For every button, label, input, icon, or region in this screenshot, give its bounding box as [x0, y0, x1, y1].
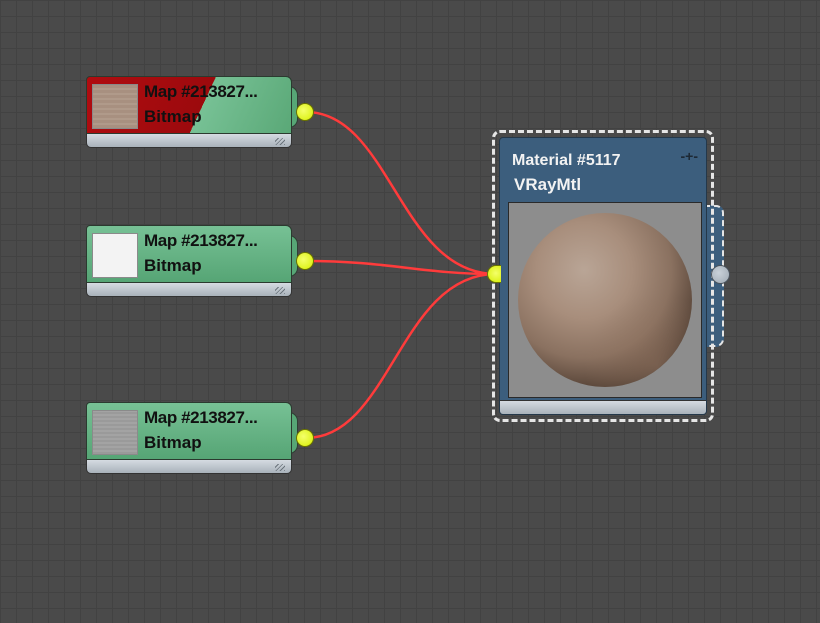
node-type: Bitmap [144, 107, 202, 126]
node-editor-canvas[interactable]: Map #213827... Bitmap Map #213827... Bit… [0, 0, 820, 623]
resize-grip-icon[interactable] [275, 287, 285, 294]
pin-icon[interactable]: -+- [681, 148, 699, 164]
material-node[interactable]: Material #5117 VRayMtl -+- [492, 130, 714, 422]
output-socket-icon[interactable] [296, 103, 314, 121]
node-header[interactable]: Map #213827... Bitmap [86, 402, 292, 460]
wire-map3-to-material[interactable] [305, 272, 497, 440]
preview-sphere [518, 213, 692, 387]
material-output-socket-icon[interactable] [711, 265, 730, 284]
bitmap-thumbnail [92, 410, 138, 455]
node-type: Bitmap [144, 256, 202, 275]
material-type: VRayMtl [514, 175, 582, 194]
material-title: Material #5117 [512, 152, 621, 169]
node-title: Map #213827... [144, 408, 258, 427]
output-socket-icon[interactable] [296, 429, 314, 447]
node-header[interactable]: Map #213827... Bitmap [86, 76, 292, 134]
material-input-socket-icon[interactable] [487, 265, 501, 283]
node-title: Map #213827... [144, 231, 258, 250]
map-node-1[interactable]: Map #213827... Bitmap [86, 76, 314, 150]
wire-map1-to-material[interactable] [305, 110, 497, 276]
node-title: Map #213827... [144, 82, 258, 101]
node-type: Bitmap [144, 433, 202, 452]
resize-grip-icon[interactable] [275, 464, 285, 471]
wire-map2-to-material[interactable] [305, 259, 497, 276]
resize-grip-icon[interactable] [275, 138, 285, 145]
bitmap-thumbnail [92, 233, 138, 278]
node-footer [86, 134, 292, 148]
material-preview [508, 202, 702, 398]
material-footer [500, 400, 706, 414]
bitmap-thumbnail [92, 84, 138, 129]
map-node-2[interactable]: Map #213827... Bitmap [86, 225, 314, 299]
material-node-body[interactable]: Material #5117 VRayMtl -+- [499, 137, 707, 415]
map-node-3[interactable]: Map #213827... Bitmap [86, 402, 314, 476]
output-socket-icon[interactable] [296, 252, 314, 270]
node-footer [86, 460, 292, 474]
node-footer [86, 283, 292, 297]
node-header[interactable]: Map #213827... Bitmap [86, 225, 292, 283]
